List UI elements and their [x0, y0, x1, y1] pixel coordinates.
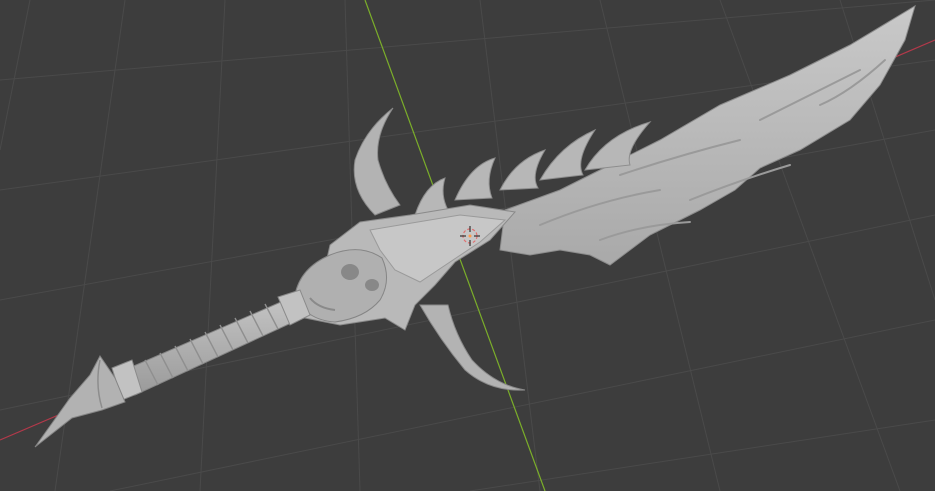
- handle[interactable]: [111, 289, 311, 401]
- sword-model[interactable]: [34, 4, 916, 448]
- pommel-spike[interactable]: [34, 355, 126, 448]
- lower-horn: [419, 304, 526, 391]
- upper-horn: [353, 107, 401, 216]
- 3d-viewport[interactable]: [0, 0, 935, 491]
- blade[interactable]: [499, 4, 916, 266]
- viewport-canvas[interactable]: [0, 0, 935, 491]
